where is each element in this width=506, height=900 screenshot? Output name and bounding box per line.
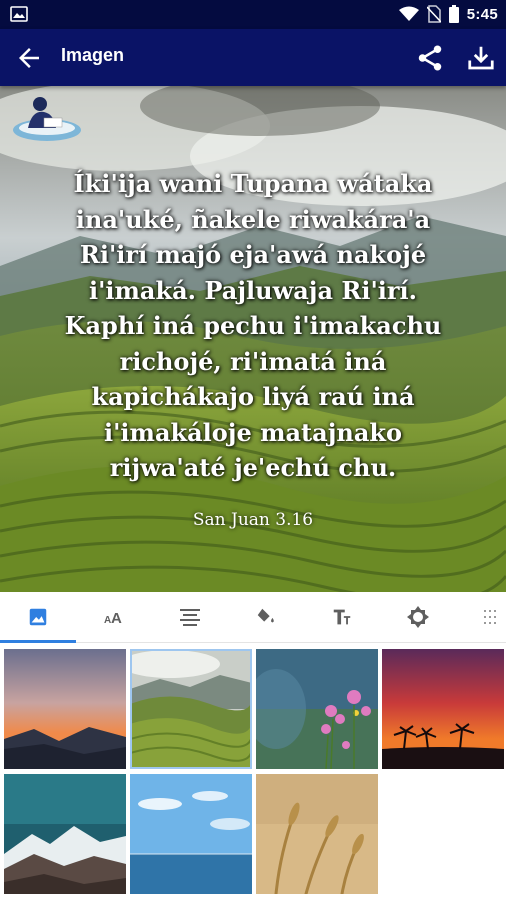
align-center-icon — [180, 609, 200, 626]
background-thumb-snowy-mountain[interactable] — [4, 774, 126, 894]
download-icon[interactable] — [466, 43, 496, 73]
brightness-icon — [407, 606, 429, 628]
pink-flowers-image — [256, 649, 378, 769]
background-thumb-sea-sky[interactable] — [130, 774, 252, 894]
editor-tab-bar: A A — [0, 592, 506, 643]
snowy-mountain-image — [4, 774, 126, 894]
gallery-notification-icon — [10, 6, 28, 22]
font-icon — [333, 609, 351, 625]
green-hills-image — [130, 649, 252, 769]
tab-background-image[interactable] — [0, 592, 76, 643]
clock: 5:45 — [466, 5, 498, 23]
tab-texture[interactable] — [456, 592, 506, 642]
battery-icon — [448, 5, 459, 23]
tab-color[interactable] — [228, 592, 304, 642]
sea-sky-image — [130, 774, 252, 894]
verse-image-preview: Íki'ija wani Tupana wátaka ina'uké, ñake… — [0, 86, 506, 592]
wifi-icon — [398, 6, 419, 21]
palm-sunset-image — [382, 649, 504, 769]
tab-font[interactable] — [304, 592, 380, 642]
back-arrow-icon[interactable] — [14, 43, 44, 73]
no-sim-icon — [426, 5, 441, 23]
verse-text: Íki'ija wani Tupana wátaka ina'uké, ñake… — [64, 169, 442, 482]
image-icon — [29, 608, 47, 626]
tab-brightness[interactable] — [380, 592, 456, 642]
background-thumb-pink-flowers[interactable] — [256, 649, 378, 769]
background-thumb-green-hills[interactable] — [130, 649, 252, 769]
texture-icon — [484, 610, 496, 624]
share-icon[interactable] — [415, 43, 445, 73]
sunset-mountains-image — [4, 649, 126, 769]
wheat-field-image — [256, 774, 378, 894]
text-size-icon: A A — [104, 610, 122, 627]
page-title: Imagen — [61, 45, 125, 65]
background-thumb-palm-sunset[interactable] — [382, 649, 504, 769]
background-thumb-wheat-field[interactable] — [256, 774, 378, 894]
svg-text:A: A — [111, 610, 122, 627]
app-logo — [13, 97, 81, 141]
status-bar: 5:45 — [0, 0, 506, 29]
paint-bucket-icon — [257, 608, 274, 623]
background-thumb-sunset-mountains[interactable] — [4, 649, 126, 769]
verse-reference: San Juan 3.16 — [192, 510, 314, 530]
tab-text-size[interactable]: A A — [76, 592, 152, 642]
app-bar: Imagen — [0, 29, 506, 86]
background-grid — [0, 643, 506, 900]
tab-alignment[interactable] — [152, 592, 228, 642]
